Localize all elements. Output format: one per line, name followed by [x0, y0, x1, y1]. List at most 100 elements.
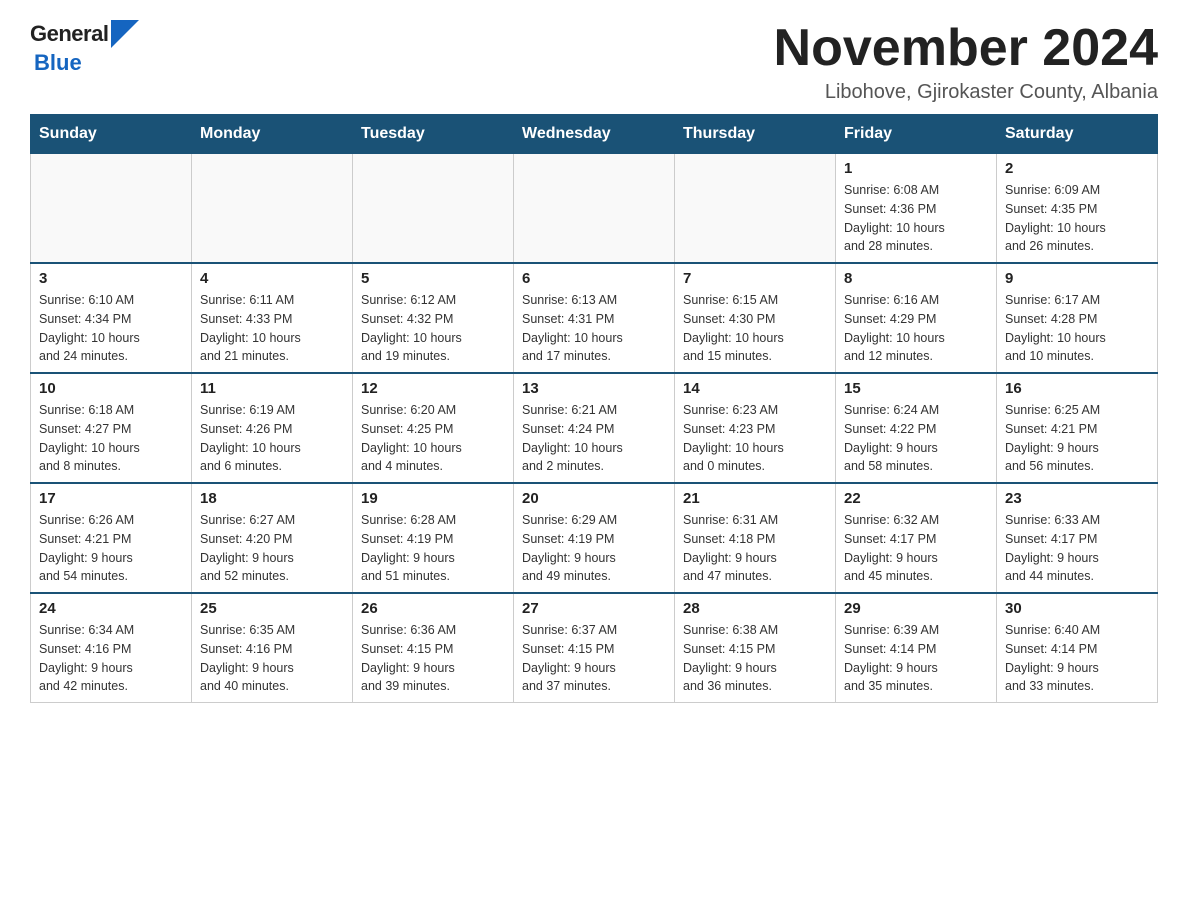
calendar-day-cell [192, 154, 353, 264]
day-number: 26 [361, 600, 505, 617]
day-number: 12 [361, 380, 505, 397]
calendar-header-row: SundayMondayTuesdayWednesdayThursdayFrid… [31, 115, 1158, 154]
calendar-day-cell: 1 Sunrise: 6:08 AM Sunset: 4:36 PM Daylig… [836, 154, 997, 264]
day-info: Sunrise: 6:19 AM Sunset: 4:26 PM Dayligh… [200, 401, 344, 476]
day-info: Sunrise: 6:38 AM Sunset: 4:15 PM Dayligh… [683, 621, 827, 696]
calendar-day-cell: 10 Sunrise: 6:18 AM Sunset: 4:27 PM Dayli… [31, 373, 192, 483]
day-number: 16 [1005, 380, 1149, 397]
day-number: 14 [683, 380, 827, 397]
day-number: 23 [1005, 490, 1149, 507]
day-number: 4 [200, 270, 344, 287]
calendar-table: SundayMondayTuesdayWednesdayThursdayFrid… [30, 114, 1158, 703]
calendar-day-cell: 6 Sunrise: 6:13 AM Sunset: 4:31 PM Daylig… [514, 263, 675, 373]
day-number: 25 [200, 600, 344, 617]
calendar-day-cell: 20Sunrise: 6:29 AM Sunset: 4:19 PM Dayli… [514, 483, 675, 593]
calendar-header-sunday: Sunday [31, 115, 192, 154]
calendar-day-cell: 13 Sunrise: 6:21 AM Sunset: 4:24 PM Dayli… [514, 373, 675, 483]
calendar-day-cell: 24 Sunrise: 6:34 AM Sunset: 4:16 PM Dayli… [31, 593, 192, 703]
day-info: Sunrise: 6:36 AM Sunset: 4:15 PM Dayligh… [361, 621, 505, 696]
day-info: Sunrise: 6:28 AM Sunset: 4:19 PM Dayligh… [361, 511, 505, 586]
logo-general-text: General [30, 21, 108, 47]
day-info: Sunrise: 6:39 AM Sunset: 4:14 PM Dayligh… [844, 621, 988, 696]
calendar-day-cell: 29 Sunrise: 6:39 AM Sunset: 4:14 PM Dayli… [836, 593, 997, 703]
calendar-day-cell: 7Sunrise: 6:15 AM Sunset: 4:30 PM Daylig… [675, 263, 836, 373]
calendar-day-cell [31, 154, 192, 264]
calendar-day-cell: 21Sunrise: 6:31 AM Sunset: 4:18 PM Dayli… [675, 483, 836, 593]
title-section: November 2024 Libohove, Gjirokaster Coun… [774, 20, 1158, 104]
calendar-day-cell: 22 Sunrise: 6:32 AM Sunset: 4:17 PM Dayli… [836, 483, 997, 593]
calendar-day-cell: 9Sunrise: 6:17 AM Sunset: 4:28 PM Daylig… [997, 263, 1158, 373]
calendar-day-cell: 2 Sunrise: 6:09 AM Sunset: 4:35 PM Daylig… [997, 154, 1158, 264]
day-info: Sunrise: 6:16 AM Sunset: 4:29 PM Dayligh… [844, 291, 988, 366]
day-number: 8 [844, 270, 988, 287]
day-info: Sunrise: 6:15 AM Sunset: 4:30 PM Dayligh… [683, 291, 827, 366]
calendar-week-row: 24 Sunrise: 6:34 AM Sunset: 4:16 PM Dayli… [31, 593, 1158, 703]
day-number: 6 [522, 270, 666, 287]
day-info: Sunrise: 6:32 AM Sunset: 4:17 PM Dayligh… [844, 511, 988, 586]
logo-blue-text: Blue [34, 50, 82, 76]
day-info: Sunrise: 6:24 AM Sunset: 4:22 PM Dayligh… [844, 401, 988, 476]
day-info: Sunrise: 6:37 AM Sunset: 4:15 PM Dayligh… [522, 621, 666, 696]
calendar-day-cell: 15 Sunrise: 6:24 AM Sunset: 4:22 PM Dayli… [836, 373, 997, 483]
calendar-day-cell: 5Sunrise: 6:12 AM Sunset: 4:32 PM Daylig… [353, 263, 514, 373]
day-number: 10 [39, 380, 183, 397]
day-info: Sunrise: 6:34 AM Sunset: 4:16 PM Dayligh… [39, 621, 183, 696]
location-text: Libohove, Gjirokaster County, Albania [774, 81, 1158, 104]
day-number: 1 [844, 160, 988, 177]
calendar-header-friday: Friday [836, 115, 997, 154]
calendar-week-row: 10 Sunrise: 6:18 AM Sunset: 4:27 PM Dayli… [31, 373, 1158, 483]
day-info: Sunrise: 6:40 AM Sunset: 4:14 PM Dayligh… [1005, 621, 1149, 696]
calendar-day-cell: 3 Sunrise: 6:10 AM Sunset: 4:34 PM Daylig… [31, 263, 192, 373]
day-number: 17 [39, 490, 183, 507]
logo-triangle-icon [111, 20, 139, 48]
day-number: 28 [683, 600, 827, 617]
calendar-day-cell [675, 154, 836, 264]
day-info: Sunrise: 6:29 AM Sunset: 4:19 PM Dayligh… [522, 511, 666, 586]
day-info: Sunrise: 6:20 AM Sunset: 4:25 PM Dayligh… [361, 401, 505, 476]
calendar-day-cell: 12 Sunrise: 6:20 AM Sunset: 4:25 PM Dayli… [353, 373, 514, 483]
calendar-day-cell: 18 Sunrise: 6:27 AM Sunset: 4:20 PM Dayli… [192, 483, 353, 593]
day-info: Sunrise: 6:13 AM Sunset: 4:31 PM Dayligh… [522, 291, 666, 366]
calendar-day-cell: 26 Sunrise: 6:36 AM Sunset: 4:15 PM Dayli… [353, 593, 514, 703]
calendar-day-cell: 11 Sunrise: 6:19 AM Sunset: 4:26 PM Dayli… [192, 373, 353, 483]
calendar-day-cell: 27 Sunrise: 6:37 AM Sunset: 4:15 PM Dayli… [514, 593, 675, 703]
page-header: General Blue November 2024 Libohove, Gji… [30, 20, 1158, 104]
day-info: Sunrise: 6:25 AM Sunset: 4:21 PM Dayligh… [1005, 401, 1149, 476]
calendar-day-cell: 16 Sunrise: 6:25 AM Sunset: 4:21 PM Dayli… [997, 373, 1158, 483]
day-number: 18 [200, 490, 344, 507]
day-number: 5 [361, 270, 505, 287]
calendar-day-cell: 30Sunrise: 6:40 AM Sunset: 4:14 PM Dayli… [997, 593, 1158, 703]
day-number: 29 [844, 600, 988, 617]
day-info: Sunrise: 6:08 AM Sunset: 4:36 PM Dayligh… [844, 181, 988, 256]
calendar-header-monday: Monday [192, 115, 353, 154]
calendar-header-thursday: Thursday [675, 115, 836, 154]
calendar-day-cell: 8 Sunrise: 6:16 AM Sunset: 4:29 PM Daylig… [836, 263, 997, 373]
day-info: Sunrise: 6:18 AM Sunset: 4:27 PM Dayligh… [39, 401, 183, 476]
day-number: 13 [522, 380, 666, 397]
day-info: Sunrise: 6:09 AM Sunset: 4:35 PM Dayligh… [1005, 181, 1149, 256]
logo: General Blue [30, 20, 139, 76]
day-info: Sunrise: 6:35 AM Sunset: 4:16 PM Dayligh… [200, 621, 344, 696]
day-info: Sunrise: 6:21 AM Sunset: 4:24 PM Dayligh… [522, 401, 666, 476]
day-info: Sunrise: 6:10 AM Sunset: 4:34 PM Dayligh… [39, 291, 183, 366]
day-number: 19 [361, 490, 505, 507]
calendar-day-cell: 4Sunrise: 6:11 AM Sunset: 4:33 PM Daylig… [192, 263, 353, 373]
month-title: November 2024 [774, 20, 1158, 77]
day-number: 2 [1005, 160, 1149, 177]
day-number: 3 [39, 270, 183, 287]
calendar-day-cell: 25 Sunrise: 6:35 AM Sunset: 4:16 PM Dayli… [192, 593, 353, 703]
day-info: Sunrise: 6:23 AM Sunset: 4:23 PM Dayligh… [683, 401, 827, 476]
calendar-week-row: 17Sunrise: 6:26 AM Sunset: 4:21 PM Dayli… [31, 483, 1158, 593]
day-number: 11 [200, 380, 344, 397]
calendar-day-cell: 28 Sunrise: 6:38 AM Sunset: 4:15 PM Dayli… [675, 593, 836, 703]
calendar-header-saturday: Saturday [997, 115, 1158, 154]
day-number: 22 [844, 490, 988, 507]
calendar-day-cell: 23Sunrise: 6:33 AM Sunset: 4:17 PM Dayli… [997, 483, 1158, 593]
day-number: 9 [1005, 270, 1149, 287]
calendar-week-row: 3 Sunrise: 6:10 AM Sunset: 4:34 PM Daylig… [31, 263, 1158, 373]
day-number: 24 [39, 600, 183, 617]
day-number: 15 [844, 380, 988, 397]
day-info: Sunrise: 6:27 AM Sunset: 4:20 PM Dayligh… [200, 511, 344, 586]
calendar-day-cell: 14 Sunrise: 6:23 AM Sunset: 4:23 PM Dayli… [675, 373, 836, 483]
day-number: 27 [522, 600, 666, 617]
